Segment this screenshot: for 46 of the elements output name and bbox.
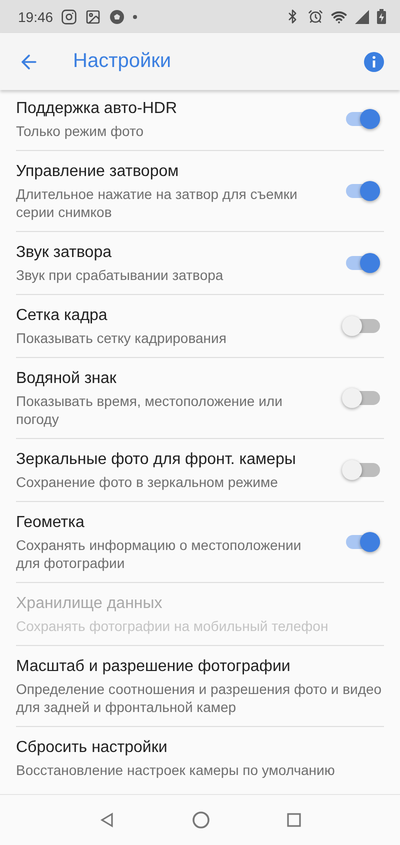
setting-title: Сбросить настройки [16, 738, 168, 758]
settings-row[interactable]: Сбросить настройки Восстановление настроек камеры по умолчанию [16, 726, 384, 789]
signal-icon [355, 10, 369, 24]
settings-row[interactable]: Сетка кадра Показывать сетку кадрирования [16, 294, 384, 357]
toggle-switch[interactable] [346, 535, 380, 549]
setting-description: Восстановление настроек камеры по умолчанию [16, 761, 336, 779]
setting-description: Длительное нажатие на затвор для съемки серии снимков [16, 185, 298, 221]
info-button[interactable] [364, 52, 384, 72]
recents-button[interactable] [287, 813, 302, 827]
setting-title: Поддержка авто-HDR [16, 99, 178, 119]
toggle-switch[interactable] [346, 256, 380, 270]
image-icon [85, 8, 102, 24]
setting-title: Управление затвором [16, 162, 180, 182]
setting-description: Показывать сетку кадрирования [16, 329, 228, 347]
setting-description: Сохранение фото в зеркальном режиме [16, 473, 279, 491]
settings-row[interactable]: Управление затвором Длительное нажатие на затвор для съемки серии снимков [16, 150, 384, 231]
setting-title: Водяной знак [16, 369, 118, 389]
back-nav-button[interactable] [98, 812, 115, 828]
settings-row[interactable]: Геометка Сохранять информацию о местоположении для фотографии [16, 501, 384, 582]
battery-icon [377, 9, 386, 24]
settings-row[interactable]: Водяной знак Показывать время, местоположение или погоду [16, 357, 384, 438]
setting-title: Сетка кадра [16, 306, 108, 326]
ball-icon [109, 8, 126, 24]
setting-title: Хранилище данных [16, 594, 164, 614]
setting-description: Только режим фото [16, 122, 145, 140]
setting-title: Зеркальные фото для фронт. камеры [16, 450, 297, 470]
settings-row[interactable]: Масштаб и разрешение фотографии Определение соотношения и разрешения фото и видео для задней и фронтальной камер [16, 645, 384, 726]
setting-description: Сохранять информацию о местоположении для фотографии [16, 536, 302, 572]
setting-description: Звук при срабатывании затвора [16, 266, 224, 284]
settings-row[interactable]: Поддержка авто-HDR Только режим фото [16, 90, 384, 150]
alarm-icon [308, 9, 323, 24]
settings-row[interactable]: Зеркальные фото для фронт. камеры Сохранение фото в зеркальном режиме [16, 438, 384, 501]
camera-icon [61, 8, 78, 24]
toggle-switch[interactable] [346, 112, 380, 126]
dot-icon [133, 14, 138, 18]
screen-title: Настройки [73, 50, 172, 73]
settings-row[interactable]: Звук затвора Звук при срабатывании затвора [16, 231, 384, 294]
toggle-switch[interactable] [346, 184, 380, 198]
setting-description: Определение соотношения и разрешения фото и видео для задней и фронтальной камер [16, 680, 383, 716]
clock: 19:46 [18, 8, 54, 24]
setting-description: Показывать время, местоположение или погоду [16, 392, 284, 428]
setting-title: Звук затвора [16, 243, 112, 263]
setting-title: Геометка [16, 513, 86, 533]
setting-title: Масштаб и разрешение фотографии [16, 657, 292, 677]
wifi-icon [331, 8, 347, 24]
home-button[interactable] [192, 811, 210, 829]
